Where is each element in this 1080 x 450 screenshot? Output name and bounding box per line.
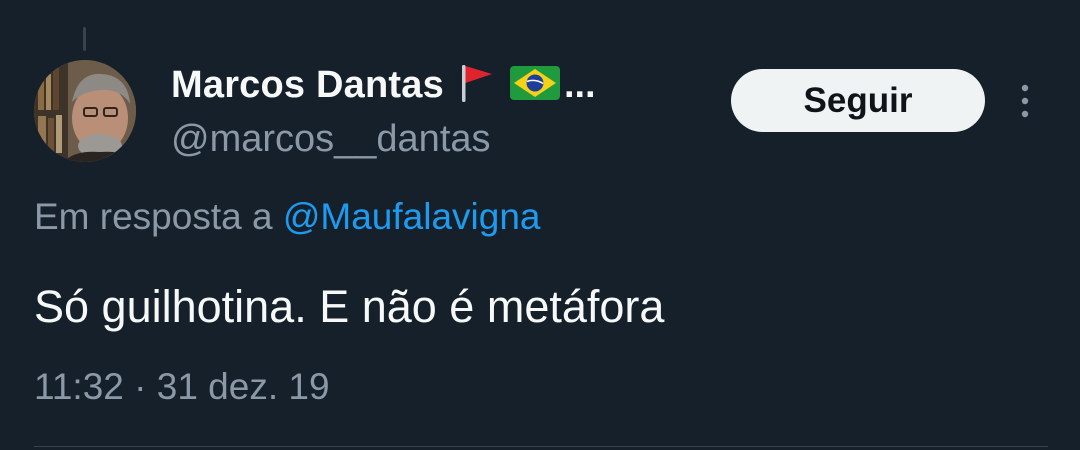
more-vertical-icon[interactable]: [1010, 82, 1040, 122]
author-name-row[interactable]: Marcos Dantas ...: [171, 62, 596, 108]
reply-prefix: Em resposta a: [34, 196, 273, 237]
tweet-date[interactable]: 31 dez. 19: [157, 366, 330, 407]
tweet-text: Só guilhotina. E não é metáfora: [34, 281, 665, 332]
red-triangular-flag-icon: [458, 62, 496, 109]
author-handle[interactable]: @marcos__dantas: [171, 118, 491, 161]
avatar[interactable]: [34, 60, 136, 162]
author-display-name[interactable]: Marcos Dantas: [171, 64, 444, 107]
reply-mention-link[interactable]: @Maufalavigna: [283, 196, 541, 237]
timestamp-separator: ·: [134, 366, 147, 407]
divider: [34, 446, 1048, 447]
follow-button[interactable]: Seguir: [731, 69, 985, 132]
brazil-flag-icon: [509, 65, 560, 106]
tweet-time[interactable]: 11:32: [34, 366, 124, 407]
tweet-timestamp[interactable]: 11:32 · 31 dez. 19: [34, 366, 330, 408]
name-truncation-ellipsis: ...: [563, 63, 596, 106]
reply-context: Em resposta a @Maufalavigna: [34, 196, 541, 238]
avatar-photo: [34, 60, 136, 162]
thread-connector-line: [83, 27, 86, 51]
